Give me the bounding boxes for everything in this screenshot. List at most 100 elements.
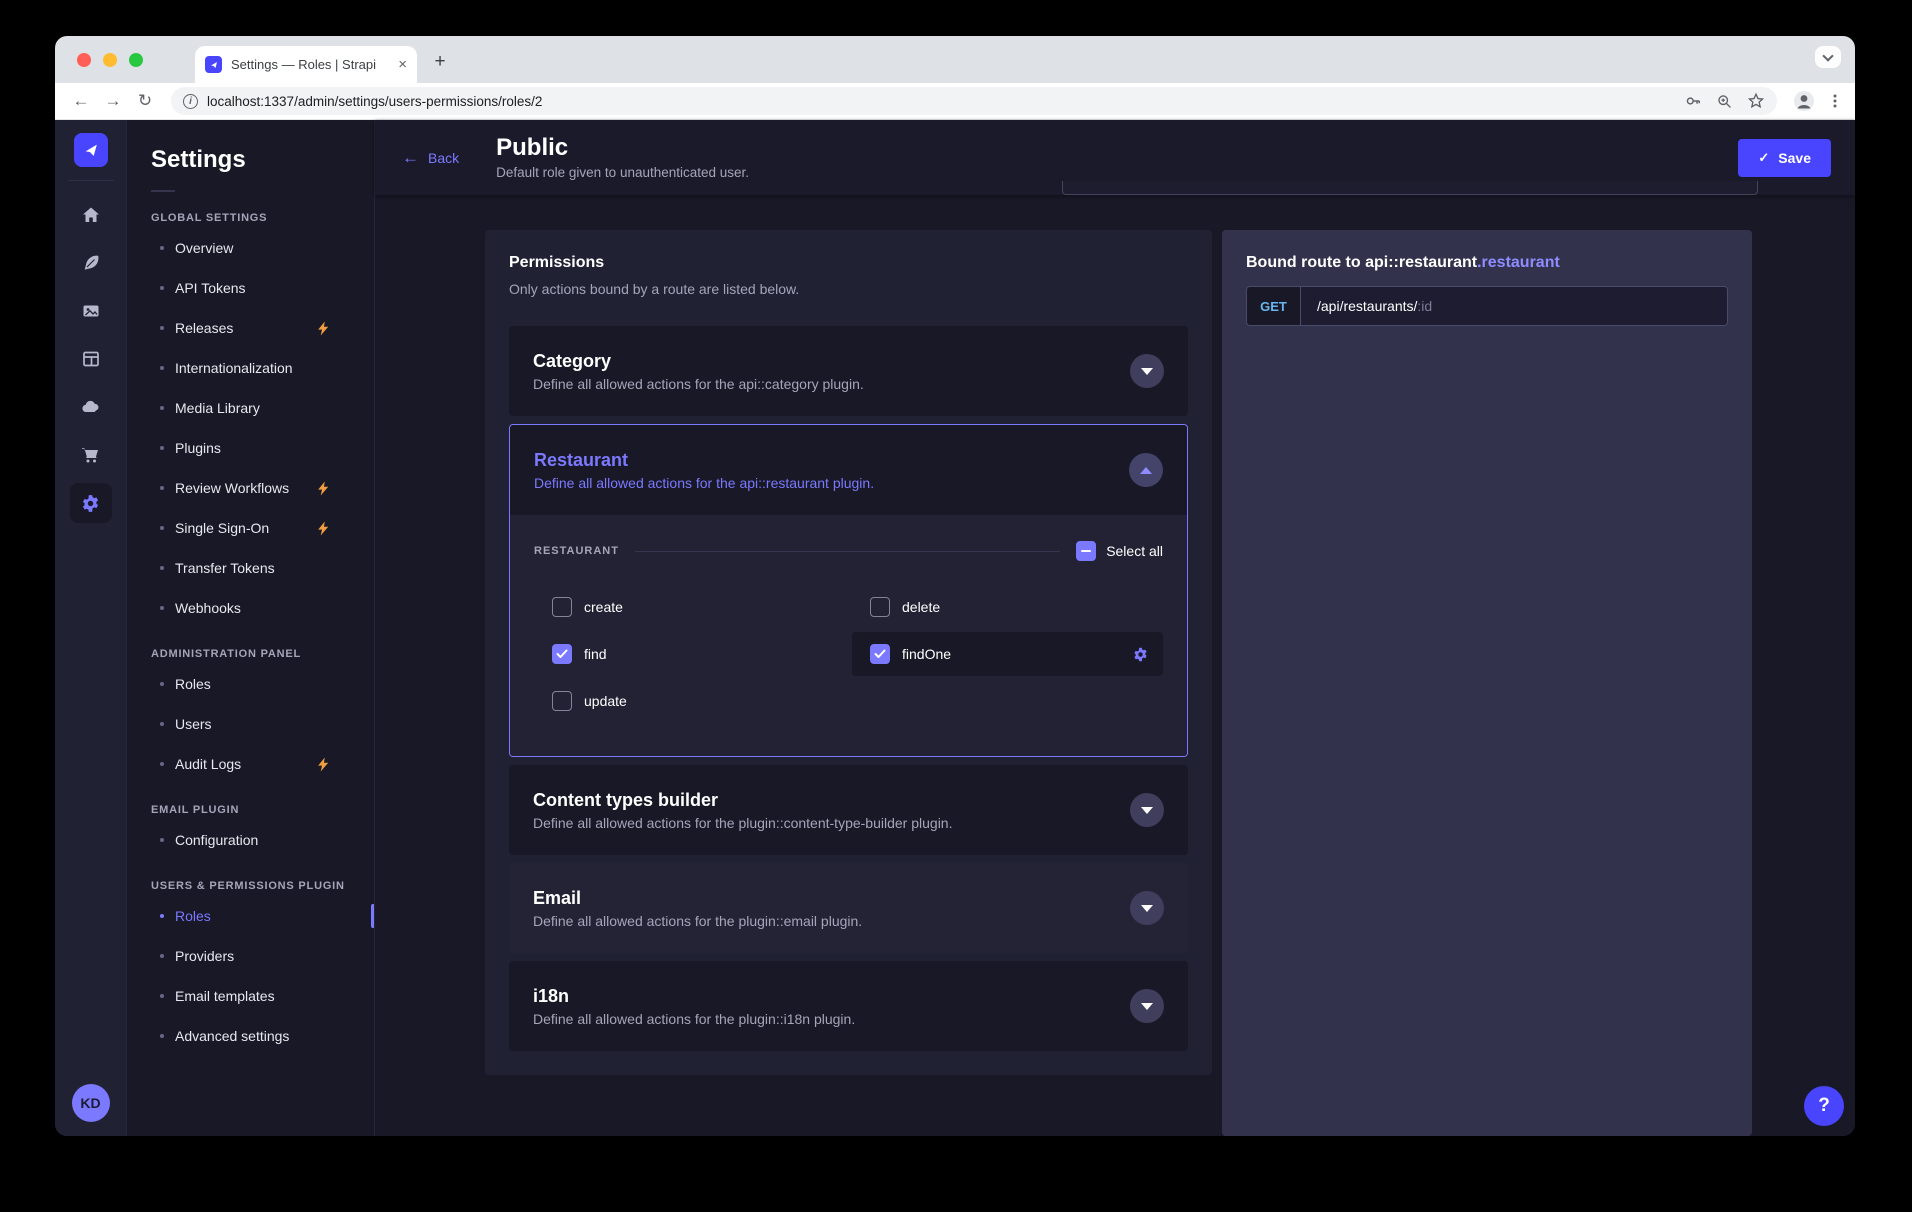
- actions-grid: create find update deletefindOne: [534, 585, 1163, 726]
- sidebar-item-single-sign-on[interactable]: Single Sign-On: [127, 508, 374, 548]
- site-info-icon[interactable]: i: [183, 94, 198, 109]
- route-path-text: /api/restaurants/: [1317, 298, 1417, 314]
- sidebar-item-label: Overview: [175, 240, 233, 256]
- page-subtitle: Default role given to unauthenticated us…: [496, 165, 749, 180]
- action-label: find: [584, 646, 607, 662]
- action-row-findone[interactable]: findOne: [852, 632, 1163, 676]
- expand-button[interactable]: [1130, 354, 1164, 388]
- save-button[interactable]: ✓ Save: [1738, 139, 1831, 177]
- bookmark-star-icon[interactable]: [1747, 92, 1765, 110]
- expand-button[interactable]: [1130, 989, 1164, 1023]
- bullet-icon: [160, 994, 164, 998]
- forward-button[interactable]: →: [99, 87, 127, 115]
- checkbox-find[interactable]: [552, 644, 572, 664]
- cart-icon: [80, 445, 101, 465]
- nav-item-media-library[interactable]: [70, 291, 112, 331]
- sidebar-item-internationalization[interactable]: Internationalization: [127, 348, 374, 388]
- minimize-window-button[interactable]: [103, 53, 117, 67]
- nav-item-content-type-builder[interactable]: [70, 339, 112, 379]
- accordion-header-category[interactable]: CategoryDefine all allowed actions for t…: [509, 326, 1188, 416]
- sidebar-item-transfer-tokens[interactable]: Transfer Tokens: [127, 548, 374, 588]
- back-button[interactable]: ←: [67, 87, 95, 115]
- settings-subnav: Settings GLOBAL SETTINGSOverviewAPI Toke…: [127, 120, 375, 1136]
- sidebar-item-roles[interactable]: Roles: [127, 896, 374, 936]
- bound-route-panel: Bound route to api::restaurant.restauran…: [1222, 230, 1752, 1136]
- sidebar-item-label: Releases: [175, 320, 233, 336]
- sidebar-item-configuration[interactable]: Configuration: [127, 820, 374, 860]
- sidebar-item-api-tokens[interactable]: API Tokens: [127, 268, 374, 308]
- accordion-header-content-types-builder[interactable]: Content types builderDefine all allowed …: [509, 765, 1188, 855]
- sidebar-item-label: Users: [175, 716, 212, 732]
- back-link[interactable]: ← Back: [402, 149, 459, 166]
- browser-tab[interactable]: Settings — Roles | Strapi ×: [195, 46, 417, 83]
- sidebar-item-releases[interactable]: Releases: [127, 308, 374, 348]
- sidebar-item-overview[interactable]: Overview: [127, 228, 374, 268]
- sidebar-item-email-templates[interactable]: Email templates: [127, 976, 374, 1016]
- tab-search-button[interactable]: [1815, 46, 1841, 68]
- action-row-find[interactable]: find: [534, 632, 852, 676]
- strapi-logo[interactable]: [74, 133, 108, 167]
- checkbox-delete[interactable]: [870, 597, 890, 617]
- actions-column: create find update: [534, 585, 852, 726]
- subnav-divider: [151, 190, 175, 192]
- accordion-header-email[interactable]: EmailDefine all allowed actions for the …: [509, 863, 1188, 953]
- sidebar-item-label: Review Workflows: [175, 480, 289, 496]
- cloud-icon: [80, 397, 102, 417]
- sidebar-item-providers[interactable]: Providers: [127, 936, 374, 976]
- user-avatar[interactable]: KD: [72, 1084, 110, 1122]
- collapse-button[interactable]: [1129, 453, 1163, 487]
- sidebar-item-review-workflows[interactable]: Review Workflows: [127, 468, 374, 508]
- checkbox-update[interactable]: [552, 691, 572, 711]
- reload-button[interactable]: ↻: [131, 87, 159, 115]
- advanced-settings-gear-icon[interactable]: [1132, 646, 1149, 663]
- profile-avatar-icon[interactable]: [1793, 90, 1815, 112]
- browser-menu-icon[interactable]: [1827, 93, 1843, 109]
- bullet-icon: [160, 682, 164, 686]
- zoom-page-icon[interactable]: [1716, 93, 1733, 110]
- accordion-title: i18n: [533, 986, 855, 1007]
- lightning-bolt-icon: [317, 521, 352, 536]
- select-all-control: Select all: [1076, 541, 1163, 561]
- sidebar-item-audit-logs[interactable]: Audit Logs: [127, 744, 374, 784]
- help-button[interactable]: ?: [1804, 1086, 1844, 1126]
- zoom-window-button[interactable]: [129, 53, 143, 67]
- sidebar-item-roles[interactable]: Roles: [127, 664, 374, 704]
- sidebar-item-webhooks[interactable]: Webhooks: [127, 588, 374, 628]
- nav-item-settings[interactable]: [70, 483, 112, 523]
- sidebar-item-label: Audit Logs: [175, 756, 241, 772]
- nav-item-marketplace[interactable]: [70, 435, 112, 475]
- sidebar-item-media-library[interactable]: Media Library: [127, 388, 374, 428]
- sidebar-item-advanced-settings[interactable]: Advanced settings: [127, 1016, 374, 1056]
- nav-item-content-manager[interactable]: [70, 243, 112, 283]
- browser-toolbar: ← → ↻ i localhost:1337/admin/settings/us…: [55, 83, 1855, 120]
- accordion-header-i18n[interactable]: i18nDefine all allowed actions for the p…: [509, 961, 1188, 1051]
- new-tab-button[interactable]: +: [427, 49, 453, 75]
- nav-divider: [68, 180, 114, 181]
- checkbox-findone[interactable]: [870, 644, 890, 664]
- url-text[interactable]: localhost:1337/admin/settings/users-perm…: [207, 94, 1675, 109]
- sidebar-item-label: Plugins: [175, 440, 221, 456]
- address-bar[interactable]: i localhost:1337/admin/settings/users-pe…: [171, 87, 1777, 115]
- expand-button[interactable]: [1130, 793, 1164, 827]
- permissions-title: Permissions: [509, 254, 1188, 272]
- bullet-icon: [160, 286, 164, 290]
- nav-item-home[interactable]: [70, 195, 112, 235]
- action-row-update[interactable]: update: [534, 679, 852, 723]
- expand-button[interactable]: [1130, 891, 1164, 925]
- sidebar-item-users[interactable]: Users: [127, 704, 374, 744]
- checkbox-create[interactable]: [552, 597, 572, 617]
- back-arrow-icon: ←: [402, 149, 419, 166]
- page-title: Public: [496, 135, 749, 161]
- nav-item-deploy[interactable]: [70, 387, 112, 427]
- sidebar-item-plugins[interactable]: Plugins: [127, 428, 374, 468]
- password-key-icon[interactable]: [1684, 92, 1702, 110]
- select-all-checkbox[interactable]: [1076, 541, 1096, 561]
- sidebar-item-label: Webhooks: [175, 600, 241, 616]
- close-tab-icon[interactable]: ×: [398, 57, 407, 72]
- accordion-header-restaurant[interactable]: RestaurantDefine all allowed actions for…: [510, 425, 1187, 515]
- close-window-button[interactable]: [77, 53, 91, 67]
- bullet-icon: [160, 606, 164, 610]
- bullet-icon: [160, 1034, 164, 1038]
- action-row-delete[interactable]: delete: [852, 585, 1163, 629]
- action-row-create[interactable]: create: [534, 585, 852, 629]
